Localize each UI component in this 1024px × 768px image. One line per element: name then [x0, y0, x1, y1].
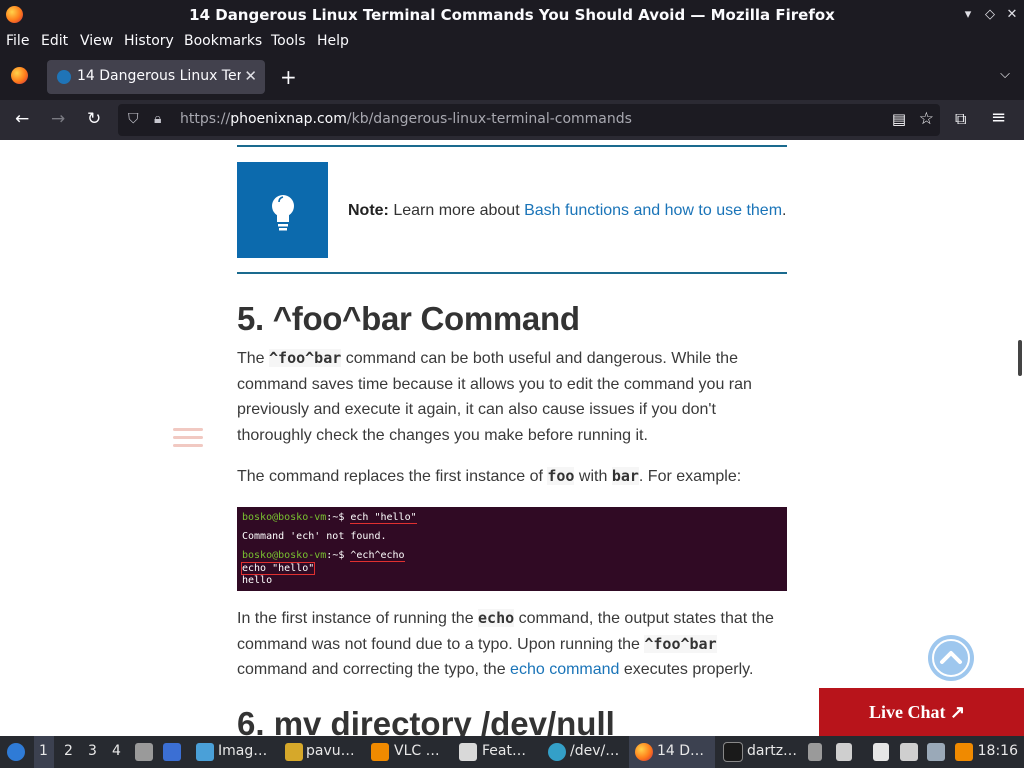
- task-image-viewer[interactable]: Imag…: [218, 743, 267, 759]
- list-all-tabs-button[interactable]: ⌵: [1000, 67, 1010, 82]
- site-favicon-icon: [57, 70, 71, 84]
- tab-close-button[interactable]: ✕: [244, 67, 257, 85]
- app-menu-button[interactable]: ≡: [991, 107, 1006, 128]
- document-icon[interactable]: [459, 743, 477, 761]
- workspace-1[interactable]: 1: [39, 743, 48, 759]
- terminal-line-3: bosko@bosko-vm:~$ ^ech^echo: [242, 550, 405, 562]
- menu-edit[interactable]: Edit: [41, 33, 68, 49]
- live-chat-button[interactable]: Live Chat ↗: [819, 688, 1024, 736]
- minimize-button[interactable]: ▾: [958, 5, 978, 25]
- task-pavucontrol[interactable]: pavu…: [306, 743, 355, 759]
- echo-command-link[interactable]: echo command: [510, 661, 619, 678]
- tracking-protection-shield-icon[interactable]: ⛉: [128, 111, 139, 127]
- workspace-4[interactable]: 4: [112, 743, 121, 759]
- vlc-tray-icon[interactable]: [955, 743, 973, 761]
- section-heading-6: 6. mv directory /dev/null: [237, 705, 615, 736]
- vlc-icon[interactable]: [371, 743, 389, 761]
- chevron-up-icon: [932, 639, 970, 677]
- reader-view-icon[interactable]: ▤: [892, 110, 906, 128]
- window-title: 14 Dangerous Linux Terminal Commands You…: [189, 6, 835, 24]
- terminal-line-1: bosko@bosko-vm:~$ ech "hello": [242, 512, 417, 524]
- divider-top: [237, 145, 787, 147]
- section-heading-5: 5. ^foo^bar Command: [237, 300, 580, 337]
- page-scrollbar[interactable]: [1018, 340, 1022, 376]
- task-firefox[interactable]: 14 D…: [657, 743, 704, 759]
- pavucontrol-icon[interactable]: [285, 743, 303, 761]
- bookmark-star-icon[interactable]: ☆: [919, 109, 934, 129]
- menu-history[interactable]: History: [124, 33, 174, 49]
- menu-bookmarks[interactable]: Bookmarks: [184, 33, 262, 49]
- clipboard-icon[interactable]: [873, 743, 889, 761]
- lightbulb-icon: [272, 195, 294, 231]
- dev-folder-icon[interactable]: [548, 743, 566, 761]
- menu-tools[interactable]: Tools: [271, 33, 306, 49]
- address-bar[interactable]: ⛉ 🔒︎ https://phoenixnap.com/kb/dangerous…: [118, 104, 940, 136]
- task-terminal[interactable]: dartz…: [747, 743, 797, 759]
- bash-functions-link[interactable]: Bash functions and how to use them: [524, 202, 782, 219]
- workspace-2[interactable]: 2: [64, 743, 73, 759]
- tab-strip: 14 Dangerous Linux Terminal Commands You…: [0, 54, 1024, 100]
- window-titlebar: 14 Dangerous Linux Terminal Commands You…: [0, 0, 1024, 30]
- start-menu-icon[interactable]: [7, 743, 25, 761]
- tray-scroll-icon[interactable]: [808, 743, 822, 761]
- divider-bottom: [237, 272, 787, 274]
- page-content: Note: Learn more about Bash functions an…: [0, 140, 1024, 736]
- file-manager-icon[interactable]: [135, 743, 153, 761]
- workspace-3[interactable]: 3: [88, 743, 97, 759]
- url-text[interactable]: https://phoenixnap.com/kb/dangerous-linu…: [180, 111, 632, 127]
- task-dev[interactable]: /dev/…: [570, 743, 619, 759]
- extensions-icon[interactable]: ⧉: [955, 109, 966, 129]
- note-text: Note: Learn more about Bash functions an…: [348, 202, 787, 219]
- paragraph-2: The command replaces the first instance …: [237, 467, 742, 485]
- close-window-button[interactable]: ✕: [1002, 5, 1022, 25]
- volume-icon[interactable]: [836, 743, 852, 761]
- scroll-to-top-button[interactable]: [928, 635, 974, 681]
- tab-label: 14 Dangerous Linux Terminal Commands You…: [77, 68, 241, 84]
- back-button[interactable]: ←: [15, 109, 29, 129]
- task-vlc[interactable]: VLC …: [394, 743, 440, 759]
- menu-file[interactable]: File: [6, 33, 29, 49]
- tab-active[interactable]: 14 Dangerous Linux Terminal Commands You…: [47, 60, 265, 94]
- firefox-view-icon[interactable]: [11, 67, 28, 84]
- forward-button[interactable]: →: [51, 109, 65, 129]
- table-of-contents-toggle-icon[interactable]: [173, 428, 203, 452]
- notification-icon[interactable]: [927, 743, 945, 761]
- paragraph-1: The ^foo^bar command can be both useful …: [237, 349, 752, 445]
- menu-bar: File Edit View History Bookmarks Tools H…: [0, 30, 1024, 54]
- menu-view[interactable]: View: [80, 33, 113, 49]
- desktop-icon[interactable]: [163, 743, 181, 761]
- task-feat[interactable]: Feat…: [482, 743, 526, 759]
- terminal-line-4: echo "hello": [240, 562, 316, 575]
- firefox-task-icon[interactable]: [635, 743, 653, 761]
- terminal-line-2: Command 'ech' not found.: [242, 531, 387, 542]
- paragraph-3: In the first instance of running the ech…: [237, 609, 774, 679]
- image-viewer-icon[interactable]: [196, 743, 214, 761]
- network-icon[interactable]: [900, 743, 918, 761]
- terminal-screenshot: bosko@bosko-vm:~$ ech "hello" Command 'e…: [237, 507, 787, 591]
- menu-help[interactable]: Help: [317, 33, 349, 49]
- reload-button[interactable]: ↻: [87, 109, 101, 129]
- terminal-line-5: hello: [242, 575, 273, 586]
- clock: 18:16: [977, 743, 1018, 759]
- note-lightbulb-box: [237, 162, 328, 258]
- maximize-button[interactable]: ◇: [980, 5, 1000, 25]
- terminal-icon[interactable]: [723, 742, 743, 762]
- new-tab-button[interactable]: +: [280, 65, 297, 89]
- system-taskbar: 1 2 3 4 Imag… pavu… VLC … Feat… /dev/… 1…: [0, 736, 1024, 768]
- lock-icon[interactable]: 🔒︎: [154, 111, 161, 127]
- navigation-bar: ← → ↻ ⛉ 🔒︎ https://phoenixnap.com/kb/dan…: [0, 100, 1024, 140]
